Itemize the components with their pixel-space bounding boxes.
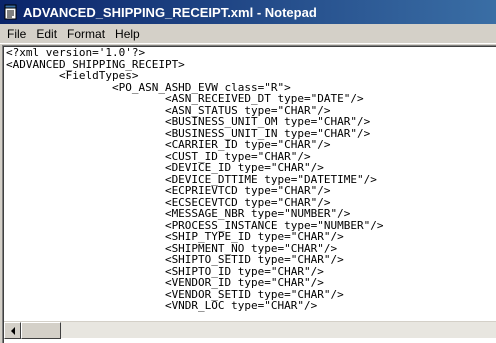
menu-file[interactable]: File [2,25,31,43]
text-line: <SHIP_TYPE_ID type="CHAR"/> [6,230,344,243]
text-line: <SHIPTO_SETID type="CHAR"/> [6,253,344,266]
window-title: ADVANCED_SHIPPING_RECEIPT.xml - Notepad [23,4,317,20]
text-area-frame: <?xml version='1.0'?> <ADVANCED_SHIPPING_… [2,45,496,343]
text-line: <CARRIER_ID type="CHAR"/> [6,138,331,151]
text-line: <MESSAGE_NBR type="NUMBER"/> [6,207,351,220]
text-line: <DEVICE_ID type="CHAR"/> [6,161,324,174]
menu-format[interactable]: Format [62,25,110,43]
scroll-thumb[interactable] [21,322,61,339]
text-line: <VNDR_LOC type="CHAR"/> [6,299,318,312]
text-line: <FieldTypes> [6,69,139,82]
notepad-window: ADVANCED_SHIPPING_RECEIPT.xml - Notepad … [0,0,496,343]
notepad-icon[interactable] [3,4,19,20]
text-editor[interactable]: <?xml version='1.0'?> <ADVANCED_SHIPPING_… [6,47,494,319]
title-bar[interactable]: ADVANCED_SHIPPING_RECEIPT.xml - Notepad [0,0,496,24]
menu-help[interactable]: Help [110,25,145,43]
horizontal-scrollbar[interactable] [4,321,496,339]
text-line: <BUSINESS_UNIT_OM type="CHAR"/> [6,115,371,128]
left-arrow-icon [10,322,16,340]
text-line: <ECPRIEVTCD type="CHAR"/> [6,184,331,197]
text-line: <ASN_RECEIVED_DT type="DATE"/> [6,92,364,105]
menu-bar: File Edit Format Help [0,24,496,44]
menu-edit[interactable]: Edit [31,25,62,43]
text-line: <VENDOR_ID type="CHAR"/> [6,276,324,289]
text-line: <?xml version='1.0'?> [6,47,146,59]
scroll-left-button[interactable] [4,322,21,339]
